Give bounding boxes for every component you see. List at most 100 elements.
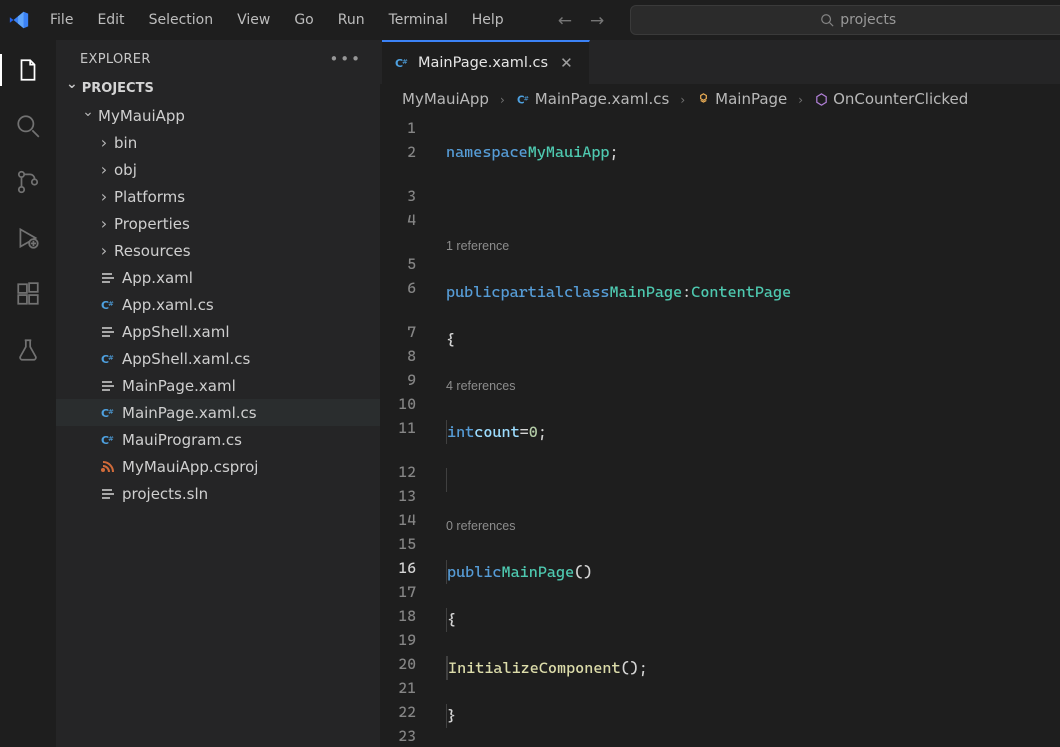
lines-icon xyxy=(98,270,118,286)
chevron-right-icon xyxy=(96,133,112,152)
tab-label: MainPage.xaml.cs xyxy=(418,55,548,71)
codelens[interactable]: 4 references xyxy=(446,374,515,398)
chevron-right-icon: › xyxy=(798,93,803,107)
chevron-right-icon xyxy=(96,187,112,206)
tab-mainpage-cs[interactable]: C# MainPage.xaml.cs ✕ xyxy=(382,40,590,84)
csharp-file-icon: C# xyxy=(98,432,118,448)
codelens[interactable]: 0 references xyxy=(446,514,515,538)
nav-forward-icon[interactable]: → xyxy=(590,11,604,31)
tree-folder-label: Resources xyxy=(114,242,191,260)
chevron-down-icon xyxy=(66,80,78,96)
breadcrumb-method[interactable]: OnCounterClicked xyxy=(833,90,968,108)
codelens[interactable]: 1 reference xyxy=(446,236,1060,256)
tree-file[interactable]: C#MauiProgram.cs xyxy=(56,426,380,453)
lines-icon xyxy=(98,324,118,340)
tree-folder-label: Properties xyxy=(114,215,190,233)
menu-help[interactable]: Help xyxy=(462,7,514,33)
chevron-right-icon xyxy=(96,214,112,233)
nav-history: ← → xyxy=(558,10,605,30)
tree-file[interactable]: C#App.xaml.cs xyxy=(56,291,380,318)
breadcrumb-class[interactable]: MainPage xyxy=(715,90,787,108)
menu-terminal[interactable]: Terminal xyxy=(379,7,458,33)
tree-folder[interactable]: Properties xyxy=(56,210,380,237)
tree-folder-label: bin xyxy=(114,134,137,152)
menu-selection[interactable]: Selection xyxy=(139,7,224,33)
csharp-file-icon: C# xyxy=(98,351,118,367)
csharp-file-icon: C# xyxy=(98,405,118,421)
tree-folder-label: obj xyxy=(114,161,137,179)
sidebar-more-icon[interactable]: ••• xyxy=(329,50,362,68)
menu-file[interactable]: File xyxy=(40,7,83,33)
chevron-right-icon: › xyxy=(680,93,685,107)
tree-file-label: MainPage.xaml xyxy=(122,377,236,395)
menu-view[interactable]: View xyxy=(227,7,280,33)
chevron-right-icon xyxy=(96,241,112,260)
svg-text:#: # xyxy=(108,408,114,416)
svg-text:#: # xyxy=(523,94,529,102)
close-icon[interactable]: ✕ xyxy=(556,52,577,74)
sidebar-explorer: EXPLORER ••• PROJECTS MyMauiApp bin obj … xyxy=(56,40,380,747)
chevron-right-icon xyxy=(96,160,112,179)
tree-folder-label: MyMauiApp xyxy=(98,107,185,125)
code-editor[interactable]: 1 2 3 4 5 6 7 8 9 10 11 12 13 14 15 16 xyxy=(380,114,1060,747)
csharp-file-icon: C# xyxy=(394,55,410,71)
tree-file[interactable]: C#MainPage.xaml.cs xyxy=(56,399,380,426)
tree-file-label: App.xaml xyxy=(122,269,193,287)
method-icon xyxy=(814,92,829,107)
svg-text:#: # xyxy=(108,435,114,443)
tree-folder[interactable]: Platforms xyxy=(56,183,380,210)
activity-extensions-icon[interactable] xyxy=(8,274,48,314)
tree-file-label: MyMauiApp.csproj xyxy=(122,458,258,476)
activity-bar xyxy=(0,40,56,747)
tree-file[interactable]: App.xaml xyxy=(56,264,380,291)
tree-file-label: App.xaml.cs xyxy=(122,296,214,314)
lines-icon xyxy=(98,378,118,394)
sidebar-title: EXPLORER xyxy=(80,52,151,67)
activity-search-icon[interactable] xyxy=(8,106,48,146)
activity-explorer-icon[interactable] xyxy=(8,50,48,90)
search-icon xyxy=(820,13,834,27)
breadcrumb-project[interactable]: MyMauiApp xyxy=(402,90,489,108)
lines-icon xyxy=(98,486,118,502)
code-content[interactable]: namespace MyMauiApp; 1 reference public … xyxy=(436,114,1060,747)
command-center-text: projects xyxy=(840,12,896,28)
csharp-file-icon: C# xyxy=(98,297,118,313)
tree-file-label: projects.sln xyxy=(122,485,208,503)
menu-go[interactable]: Go xyxy=(284,7,323,33)
breadcrumb-file[interactable]: MainPage.xaml.cs xyxy=(535,90,670,108)
activity-run-debug-icon[interactable] xyxy=(8,218,48,258)
file-tree: MyMauiApp bin obj Platforms Properties R… xyxy=(56,100,380,507)
sidebar-section-label: PROJECTS xyxy=(82,81,154,96)
tree-file[interactable]: AppShell.xaml xyxy=(56,318,380,345)
tree-folder[interactable]: obj xyxy=(56,156,380,183)
tree-file-label: MainPage.xaml.cs xyxy=(122,404,257,422)
sidebar-section[interactable]: PROJECTS xyxy=(56,76,380,100)
nav-back-icon[interactable]: ← xyxy=(558,11,572,31)
feed-icon xyxy=(98,459,118,475)
breadcrumbs[interactable]: MyMauiApp › C# MainPage.xaml.cs › MainPa… xyxy=(380,84,1060,114)
tree-folder-label: Platforms xyxy=(114,188,185,206)
csharp-file-icon: C# xyxy=(516,92,531,107)
tree-folder-root[interactable]: MyMauiApp xyxy=(56,102,380,129)
activity-testing-icon[interactable] xyxy=(8,330,48,370)
activity-source-control-icon[interactable] xyxy=(8,162,48,202)
chevron-right-icon: › xyxy=(500,93,505,107)
svg-text:#: # xyxy=(108,354,114,362)
tree-file-label: AppShell.xaml xyxy=(122,323,230,341)
menu-edit[interactable]: Edit xyxy=(87,7,134,33)
tab-bar: C# MainPage.xaml.cs ✕ xyxy=(380,40,1060,84)
command-center[interactable]: projects xyxy=(630,5,1060,35)
tree-file[interactable]: projects.sln xyxy=(56,480,380,507)
chevron-down-icon xyxy=(80,108,96,124)
tree-file-label: AppShell.xaml.cs xyxy=(122,350,250,368)
tree-folder[interactable]: Resources xyxy=(56,237,380,264)
line-numbers: 1 2 3 4 5 6 7 8 9 10 11 12 13 14 15 16 xyxy=(380,114,436,747)
tree-file[interactable]: C#AppShell.xaml.cs xyxy=(56,345,380,372)
tree-file-label: MauiProgram.cs xyxy=(122,431,242,449)
class-icon xyxy=(696,92,711,107)
tree-file[interactable]: MyMauiApp.csproj xyxy=(56,453,380,480)
menu-run[interactable]: Run xyxy=(328,7,375,33)
tree-folder[interactable]: bin xyxy=(56,129,380,156)
svg-text:#: # xyxy=(108,300,114,308)
tree-file[interactable]: MainPage.xaml xyxy=(56,372,380,399)
